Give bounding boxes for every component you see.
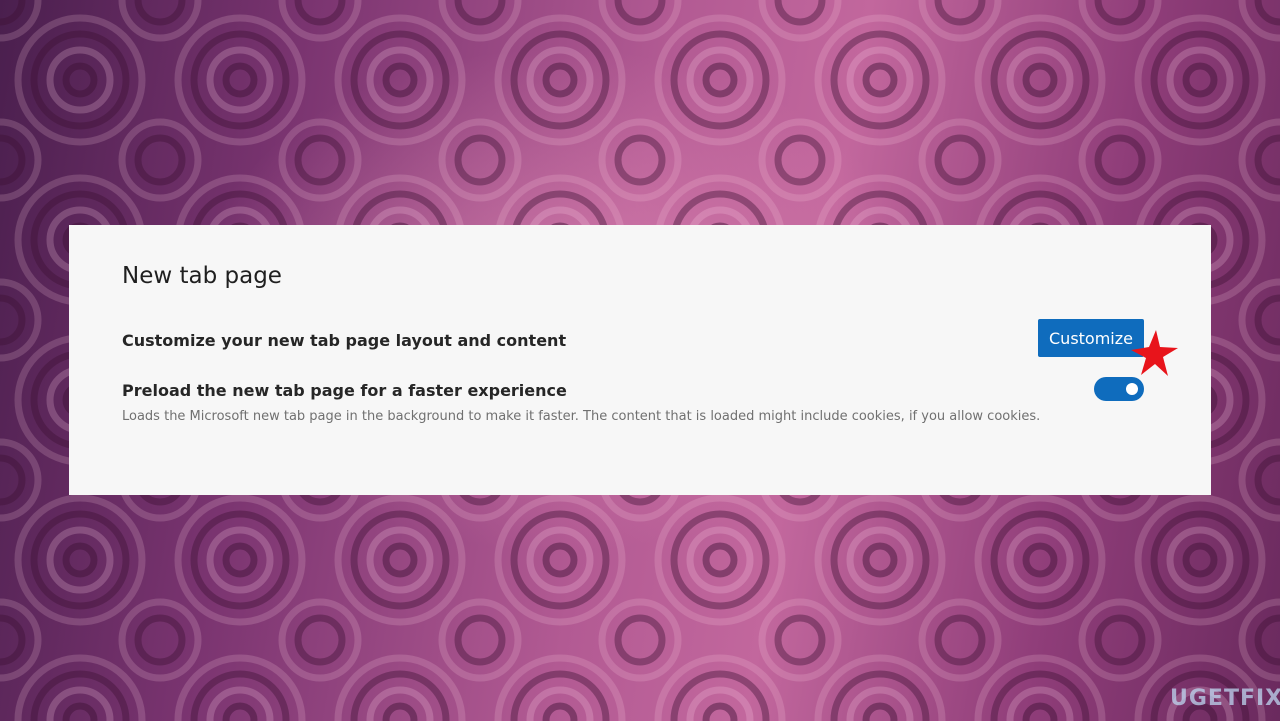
preload-toggle[interactable] — [1094, 377, 1144, 401]
new-tab-page-settings-panel: New tab page Customize your new tab page… — [69, 225, 1211, 495]
toggle-knob — [1126, 383, 1138, 395]
section-title: New tab page — [122, 263, 282, 289]
watermark-logo: UGETFIX — [1170, 686, 1280, 711]
preload-row-label: Preload the new tab page for a faster ex… — [122, 381, 567, 400]
preload-description: Loads the Microsoft new tab page in the … — [122, 409, 1041, 424]
red-star-icon — [1131, 330, 1178, 376]
customize-row-label: Customize your new tab page layout and c… — [122, 331, 567, 350]
